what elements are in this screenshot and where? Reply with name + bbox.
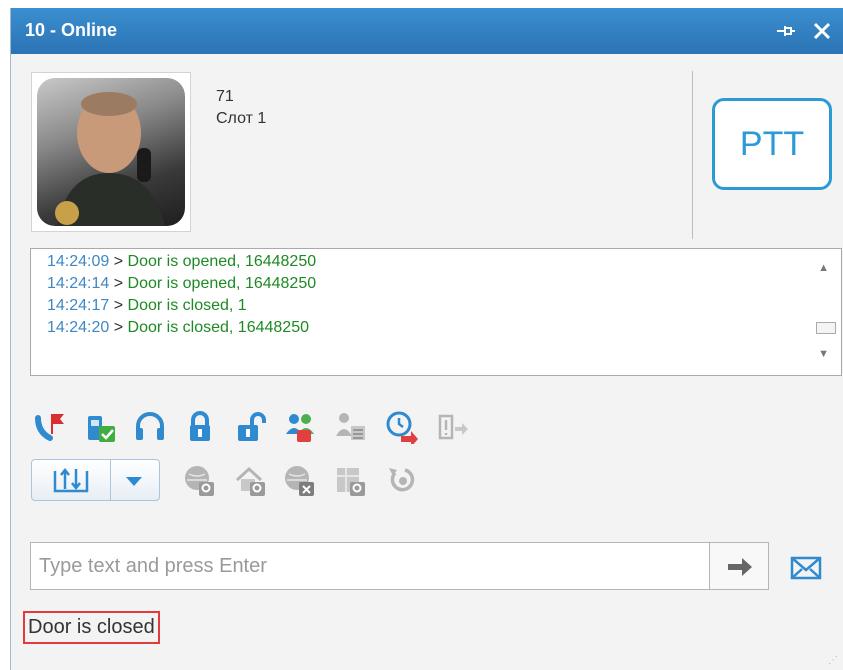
data-transfer-icon — [53, 467, 89, 493]
close-icon[interactable] — [809, 18, 835, 44]
scrollbar-thumb[interactable] — [816, 322, 836, 334]
log-time: 14:24:14 — [47, 275, 110, 292]
avatar — [31, 72, 191, 232]
subscriber-id: 71 — [216, 88, 234, 105]
data-transfer-split-button[interactable] — [31, 459, 160, 501]
log-separator: > — [113, 297, 124, 314]
status-text: Door is closed — [23, 611, 160, 644]
door-exit-icon[interactable] — [435, 410, 469, 444]
scroll-up-arrow-icon[interactable]: ▲ — [818, 262, 829, 274]
log-time: 14:24:20 — [47, 319, 110, 336]
log-time: 14:24:09 — [47, 253, 110, 270]
location-cancel-globe-icon[interactable] — [283, 464, 317, 498]
log-message: Door is closed, 16448250 — [127, 319, 309, 336]
log-message: Door is opened, 16448250 — [127, 275, 317, 292]
user-list-icon[interactable] — [334, 410, 368, 444]
lock-icon[interactable] — [183, 410, 217, 444]
mail-icon[interactable] — [790, 556, 822, 580]
resize-grip-icon[interactable]: ⋰ — [828, 655, 838, 666]
log-separator: > — [113, 275, 124, 292]
call-alert-flag-icon[interactable] — [34, 410, 68, 444]
log-entry: 14:24:20 > Door is closed, 16448250 — [47, 317, 316, 339]
scroll-down-arrow-icon[interactable]: ▼ — [818, 348, 829, 360]
subscriber-window: 10 - Online 71 Слот 1 PTT 14:24:09 > Doo… — [10, 8, 843, 670]
unlock-icon[interactable] — [234, 410, 268, 444]
log-separator: > — [113, 253, 124, 270]
log-message: Door is opened, 16448250 — [127, 253, 317, 270]
headset-icon[interactable] — [133, 410, 167, 444]
subscriber-slot: Слот 1 — [216, 110, 267, 127]
remote-monitor-radio-icon[interactable] — [83, 410, 117, 444]
location-query-globe-icon[interactable] — [183, 464, 217, 498]
ptt-button[interactable]: PTT — [712, 98, 832, 190]
split-divider — [110, 460, 111, 500]
home-query-icon[interactable] — [234, 464, 268, 498]
reset-icon[interactable] — [385, 464, 419, 498]
log-entry: 14:24:17 > Door is closed, 1 — [47, 295, 316, 317]
log-separator: > — [113, 319, 124, 336]
group-call-icon[interactable] — [283, 410, 317, 444]
title-bar: 10 - Online — [11, 8, 843, 54]
message-input[interactable]: Type text and press Enter — [30, 542, 710, 590]
schedule-forward-icon[interactable] — [385, 410, 419, 444]
log-time: 14:24:17 — [47, 297, 110, 314]
log-entry: 14:24:14 > Door is opened, 16448250 — [47, 273, 316, 295]
send-button[interactable] — [709, 542, 769, 590]
arrow-right-icon — [728, 558, 752, 576]
chevron-down-icon[interactable] — [124, 475, 144, 487]
log-entry: 14:24:09 > Door is opened, 16448250 — [47, 251, 316, 273]
log-message: Door is closed, 1 — [127, 297, 247, 314]
pin-icon[interactable] — [771, 18, 797, 44]
map-query-icon[interactable] — [334, 464, 368, 498]
avatar-photo — [37, 78, 185, 226]
divider — [692, 71, 693, 239]
window-title: 10 - Online — [25, 20, 118, 40]
log-lines: 14:24:09 > Door is opened, 16448250 14:2… — [47, 251, 316, 339]
event-log[interactable]: 14:24:09 > Door is opened, 16448250 14:2… — [30, 248, 842, 376]
